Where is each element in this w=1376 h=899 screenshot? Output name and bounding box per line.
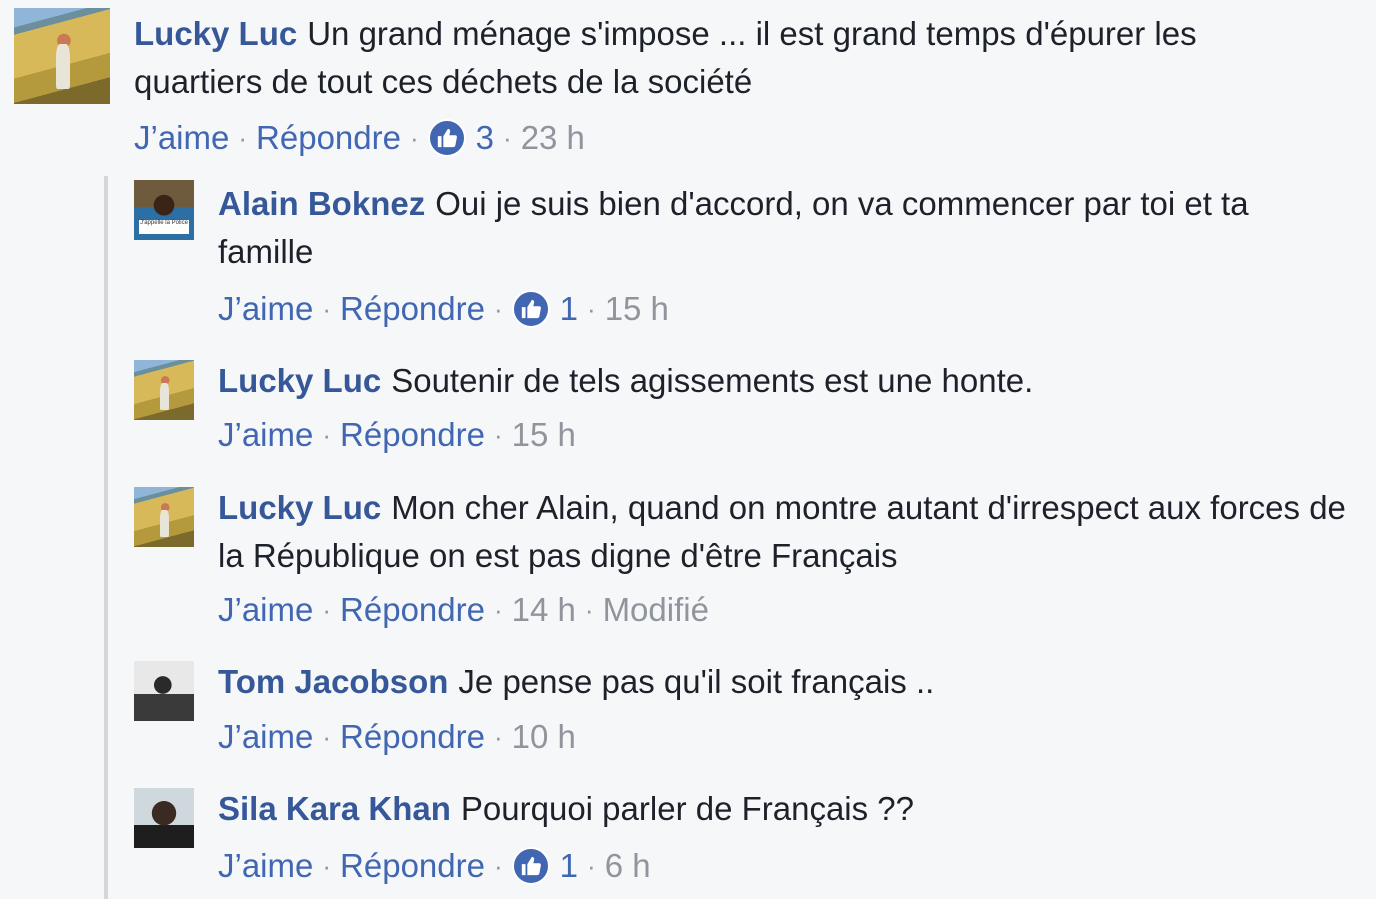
comment-text: Je pense pas qu'il soit français .. [458, 663, 935, 700]
like-link[interactable]: J’aime [218, 415, 313, 455]
separator: · [587, 851, 596, 881]
timestamp[interactable]: 15 h [605, 289, 669, 329]
reply-link[interactable]: Répondre [340, 717, 485, 757]
like-count[interactable]: 1 [560, 289, 578, 329]
comment-author[interactable]: Sila Kara Khan [218, 790, 451, 827]
comment-author[interactable]: Tom Jacobson [218, 663, 448, 700]
thumbs-up-icon[interactable] [511, 847, 550, 885]
separator: · [322, 722, 332, 752]
reply-thread-line [104, 176, 108, 899]
comment-body: Sila Kara Khan Pourquoi parler de Françai… [218, 785, 1348, 833]
like-count[interactable]: 3 [476, 118, 494, 158]
like-link[interactable]: J’aime [218, 590, 313, 630]
comment-text: Pourquoi parler de Français ?? [460, 790, 915, 827]
thumbs-up-icon[interactable] [511, 290, 550, 328]
avatar[interactable] [134, 360, 194, 420]
comment-text: Soutenir de tels agissements est une hon… [391, 362, 1034, 399]
like-link[interactable]: J’aime [134, 118, 229, 158]
comment-author[interactable]: Alain Boknez [218, 185, 425, 222]
separator: · [493, 420, 503, 450]
separator: · [493, 595, 503, 625]
reply-link[interactable]: Répondre [340, 289, 485, 329]
timestamp[interactable]: 23 h [521, 118, 585, 158]
separator: · [503, 123, 512, 153]
comment-actions: J’aime · Répondre · 1 · 15 h [218, 289, 669, 329]
comment-actions: J’aime · Répondre · 1 · 6 h [218, 846, 651, 886]
comment-body: Tom Jacobson Je pense pas qu'il soit fran… [218, 658, 1348, 706]
avatar[interactable]: J'appelle la Police [134, 180, 194, 240]
avatar[interactable] [134, 788, 194, 848]
separator: · [493, 294, 503, 324]
avatar[interactable] [14, 8, 110, 104]
comment-text: Mon cher Alain, quand on montre autant d… [218, 489, 1346, 574]
avatar[interactable] [134, 487, 194, 547]
separator: · [493, 722, 503, 752]
like-link[interactable]: J’aime [218, 289, 313, 329]
avatar[interactable] [134, 661, 194, 721]
like-count[interactable]: 1 [560, 846, 578, 886]
reply-link[interactable]: Répondre [340, 846, 485, 886]
comment-actions: J’aime · Répondre · 14 h · Modifié [218, 590, 709, 630]
timestamp[interactable]: 6 h [605, 846, 651, 886]
separator: · [322, 851, 332, 881]
comment-actions: J’aime · Répondre · 15 h [218, 415, 576, 455]
comment-body: Alain Boknez Oui je suis bien d'accord, o… [218, 180, 1348, 276]
comment-actions: J’aime · Répondre · 3 · 23 h [134, 118, 585, 158]
separator: · [493, 851, 503, 881]
reply-link[interactable]: Répondre [340, 590, 485, 630]
comment-author[interactable]: Lucky Luc [134, 15, 297, 52]
edited-label[interactable]: Modifié [603, 590, 709, 630]
comment-body: Lucky Luc Soutenir de tels agissements es… [218, 357, 1348, 405]
comment-author[interactable]: Lucky Luc [218, 489, 381, 526]
like-link[interactable]: J’aime [218, 846, 313, 886]
avatar-caption: J'appelle la Police [138, 219, 190, 234]
thumbs-up-icon[interactable] [427, 119, 466, 157]
reply-link[interactable]: Répondre [340, 415, 485, 455]
separator: · [322, 420, 332, 450]
comment-body: Lucky Luc Mon cher Alain, quand on montre… [218, 484, 1348, 580]
comment-actions: J’aime · Répondre · 10 h [218, 717, 576, 757]
timestamp[interactable]: 15 h [512, 415, 576, 455]
separator: · [409, 123, 419, 153]
separator: · [587, 294, 596, 324]
comment-body: Lucky Luc Un grand ménage s'impose ... il… [134, 10, 1334, 106]
comment-author[interactable]: Lucky Luc [218, 362, 381, 399]
timestamp[interactable]: 14 h [512, 590, 576, 630]
timestamp[interactable]: 10 h [512, 717, 576, 757]
separator: · [238, 123, 248, 153]
like-link[interactable]: J’aime [218, 717, 313, 757]
reply-link[interactable]: Répondre [256, 118, 401, 158]
separator: · [322, 595, 332, 625]
separator: · [322, 294, 332, 324]
separator: · [584, 595, 594, 625]
